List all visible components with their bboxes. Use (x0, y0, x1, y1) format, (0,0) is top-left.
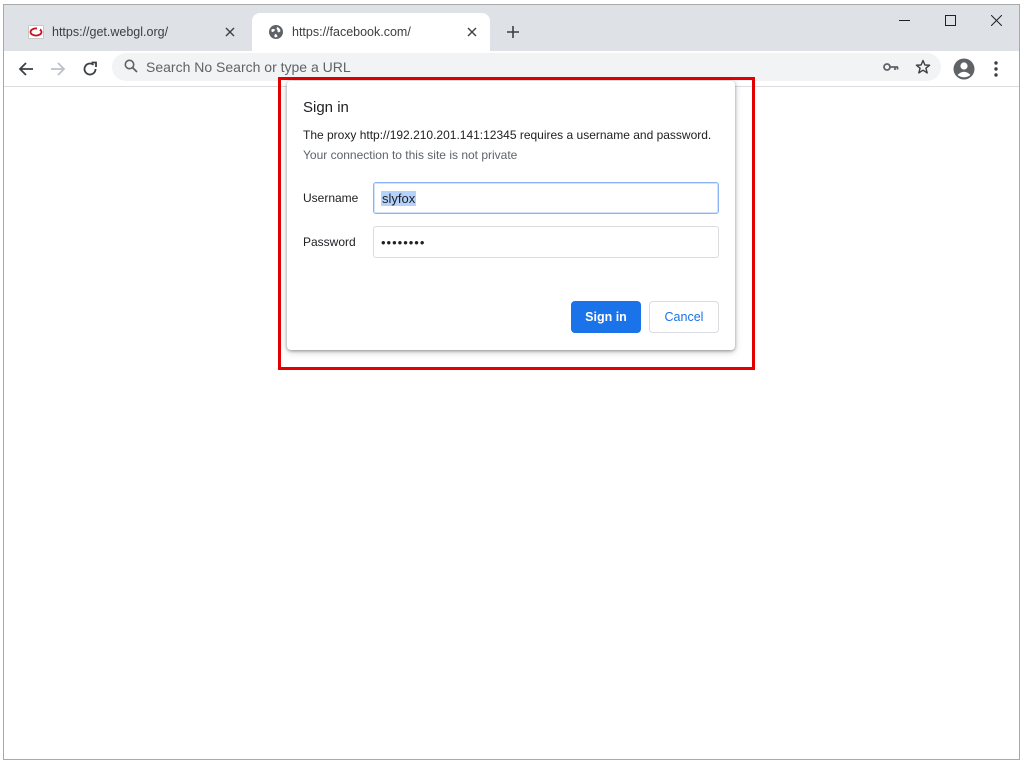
proxy-auth-dialog: Sign in The proxy http://192.210.201.141… (287, 81, 735, 350)
password-label: Password (303, 235, 356, 249)
tab-title: https://facebook.com/ (292, 25, 411, 39)
search-icon (124, 59, 138, 76)
signin-button[interactable]: Sign in (571, 301, 641, 333)
globe-icon (268, 24, 284, 40)
password-value: •••••••• (381, 234, 426, 250)
arrow-right-icon (51, 62, 66, 76)
arrow-left-icon (18, 62, 33, 76)
tab-facebook[interactable]: https://facebook.com/ (252, 13, 490, 51)
close-tab-icon[interactable] (464, 24, 480, 40)
dialog-message: The proxy http://192.210.201.141:12345 r… (303, 128, 712, 142)
key-icon[interactable] (877, 53, 905, 81)
username-label: Username (303, 191, 359, 205)
maximize-icon (944, 14, 956, 26)
forward-button[interactable] (43, 54, 73, 84)
menu-kebab-icon[interactable] (984, 55, 1008, 83)
minimize-button[interactable] (881, 5, 927, 35)
reload-button[interactable] (75, 54, 105, 84)
username-field[interactable]: slyfox (373, 182, 719, 214)
tab-strip: https://get.webgl.org/ https://facebook.… (4, 5, 1019, 51)
dialog-title: Sign in (303, 99, 349, 116)
bookmark-star-icon[interactable] (909, 53, 937, 81)
close-tab-icon[interactable] (222, 24, 238, 40)
plus-icon (507, 26, 519, 38)
address-bar-placeholder: Search No Search or type a URL (146, 59, 351, 75)
new-tab-button[interactable] (502, 21, 524, 43)
cancel-button[interactable]: Cancel (649, 301, 719, 333)
tab-title: https://get.webgl.org/ (52, 25, 169, 39)
reload-icon (83, 61, 97, 76)
tab-webgl[interactable]: https://get.webgl.org/ (12, 13, 248, 51)
back-button[interactable] (11, 54, 41, 84)
close-icon (990, 14, 1002, 26)
password-field[interactable]: •••••••• (373, 226, 719, 258)
maximize-button[interactable] (927, 5, 973, 35)
profile-avatar-icon[interactable] (950, 55, 978, 83)
close-window-button[interactable] (973, 5, 1019, 35)
dialog-submessage: Your connection to this site is not priv… (303, 148, 518, 162)
webgl-logo-icon (28, 24, 44, 40)
username-value: slyfox (381, 190, 417, 206)
window-controls (881, 5, 1019, 35)
minimize-icon (898, 19, 910, 21)
